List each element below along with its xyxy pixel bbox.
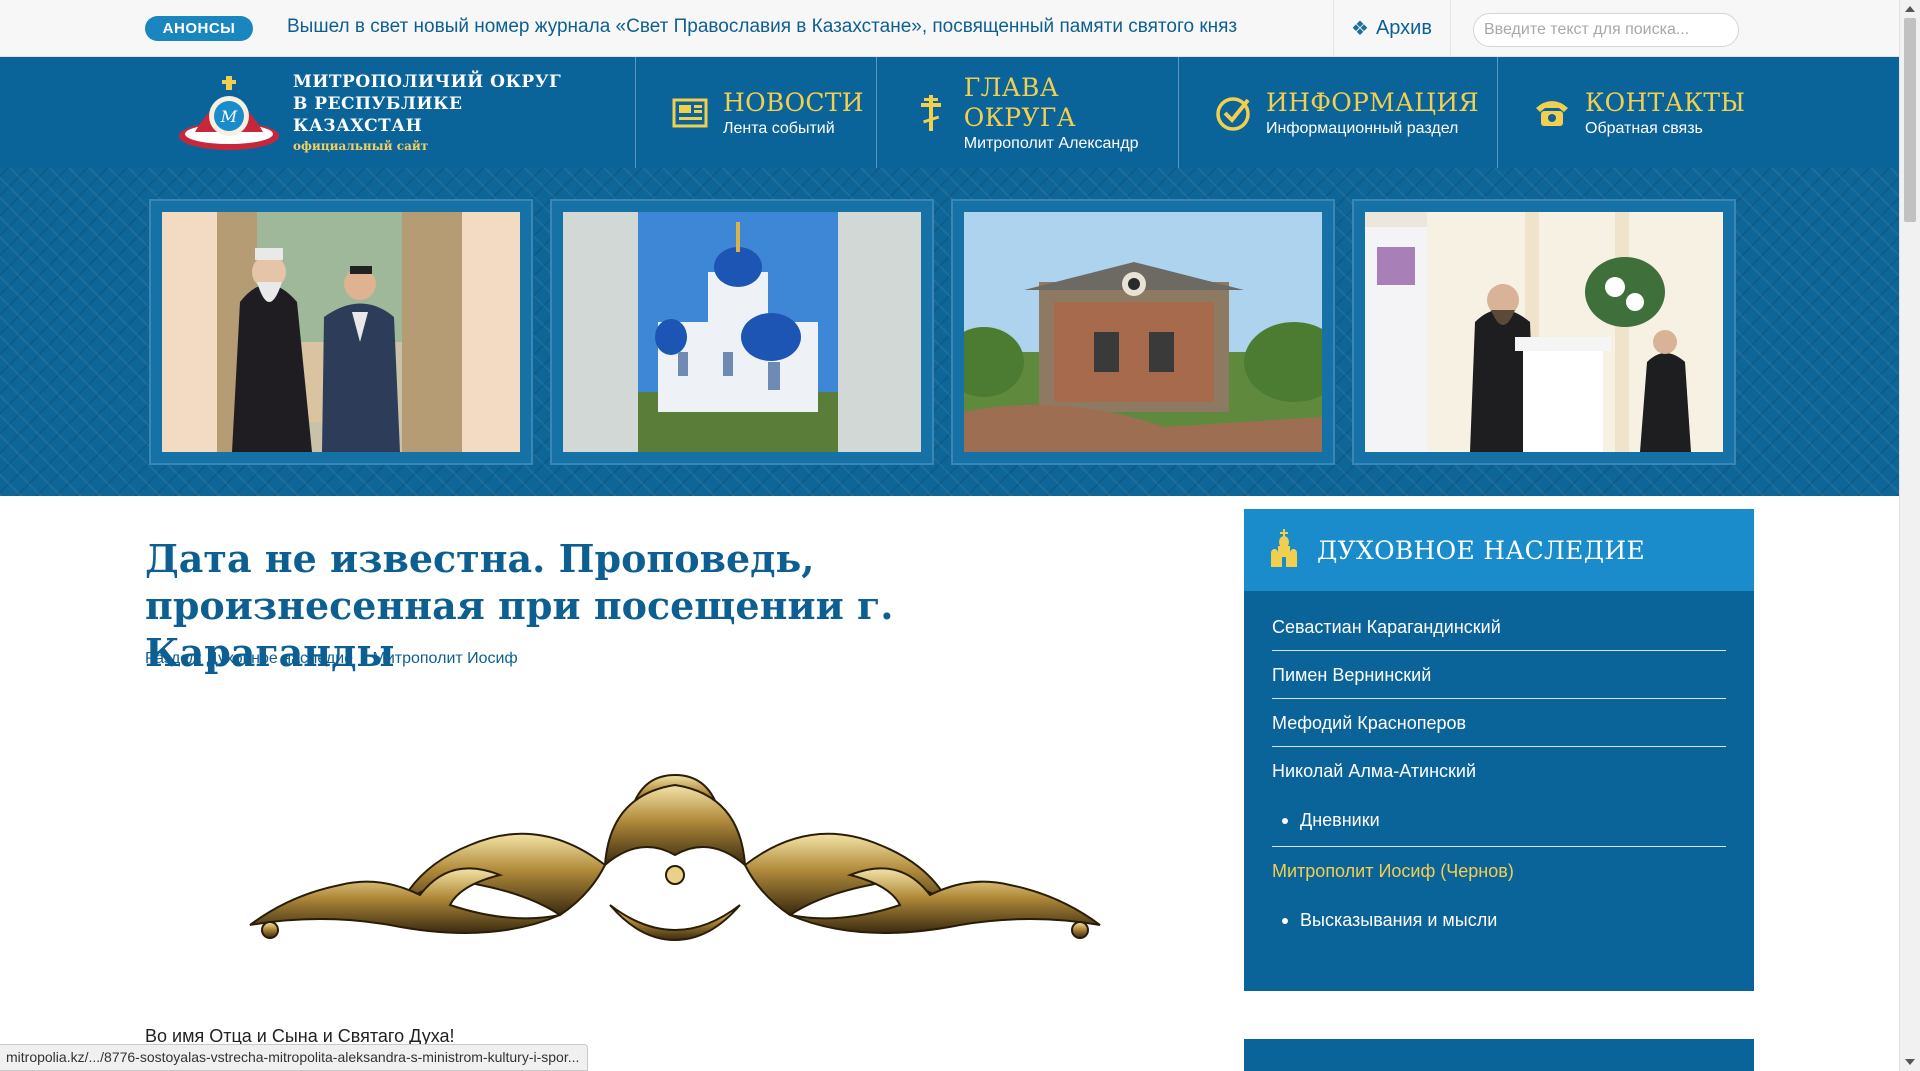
svg-text:М: М xyxy=(220,107,238,126)
sidebar-item-nikolay[interactable]: Николай Алма-Атинский xyxy=(1272,747,1726,795)
announcement-ticker[interactable]: Вышел в свет новый номер журнала «Свет П… xyxy=(287,16,1332,38)
blue-church-photo xyxy=(563,212,921,452)
newspaper-icon xyxy=(670,93,710,133)
nav-news-title: НОВОСТИ xyxy=(723,87,864,117)
nav-head[interactable]: ГЛАВА ОКРУГА Митрополит Александр xyxy=(876,57,1178,168)
site-header: М МИТРОПОЛИЧИЙ ОКРУГ В РЕСПУБЛИКЕ КАЗАХС… xyxy=(0,57,1899,168)
conference-photo xyxy=(1365,212,1723,452)
nav-info-title: ИНФОРМАЦИЯ xyxy=(1266,87,1479,117)
sidebar-subitem-sayings[interactable]: Высказывания и мысли xyxy=(1272,895,1726,945)
nav-head-title: ГЛАВА ОКРУГА xyxy=(963,72,1076,132)
sidebar-item-mefodiy[interactable]: Мефодий Краснoперов xyxy=(1272,699,1726,747)
sidebar-title: ДУХОВНОЕ НАСЛЕДИЕ xyxy=(1317,535,1646,565)
metropolitan-emblem-icon: М xyxy=(175,72,283,154)
article-meta: Раздел: Духовное наследие Митрополит Иос… xyxy=(145,650,533,668)
vertical-scrollbar[interactable] xyxy=(1899,0,1920,1071)
nav-head-subtitle: Митрополит Александр xyxy=(963,134,1139,152)
snowflake-icon: ❖ xyxy=(1351,18,1369,40)
logo-title-line2: В РЕСПУБЛИКЕ КАЗАХСТАН xyxy=(293,94,463,136)
old-church-ruins-photo xyxy=(964,212,1322,452)
featured-banner xyxy=(0,168,1899,496)
tag-link[interactable]: Митрополит Иосиф xyxy=(373,650,518,667)
sidebar-subitem-diaries[interactable]: Дневники xyxy=(1272,795,1726,845)
banner-slide[interactable] xyxy=(951,199,1335,465)
announcements-badge[interactable]: АНОНСЫ xyxy=(145,16,253,41)
banner-slide[interactable] xyxy=(1352,199,1736,465)
nav-info[interactable]: ИНФОРМАЦИЯ Информационный раздел xyxy=(1178,57,1497,168)
scrollbar-thumb[interactable] xyxy=(1904,18,1916,222)
decorative-ornament xyxy=(210,755,1140,970)
sidebar-heritage: ДУХОВНОЕ НАСЛЕДИЕ Севастиан Карагандинск… xyxy=(1244,509,1754,991)
search-input[interactable] xyxy=(1473,13,1739,47)
nav-news[interactable]: НОВОСТИ Лента событий xyxy=(635,57,876,168)
nav-contacts-subtitle: Обратная связь xyxy=(1585,119,1703,137)
section-link[interactable]: Раздел: Духовное наследие xyxy=(145,650,353,667)
meeting-photo xyxy=(162,212,520,452)
nav-info-subtitle: Информационный раздел xyxy=(1266,119,1459,137)
sidebar-item-sevastian[interactable]: Севастиан Карагандинский xyxy=(1272,603,1726,651)
site-logo[interactable]: М МИТРОПОЛИЧИЙ ОКРУГ В РЕСПУБЛИКЕ КАЗАХС… xyxy=(175,69,565,157)
archive-label: Архив xyxy=(1375,17,1432,39)
nav-contacts[interactable]: КОНТАКТЫ Обратная связь xyxy=(1497,57,1773,168)
archive-link[interactable]: ❖ Архив xyxy=(1333,0,1451,57)
link-preview-status: mitropolia.kz/.../8776-sostoyalas-vstrec… xyxy=(0,1044,589,1071)
nav-news-subtitle: Лента событий xyxy=(723,119,835,137)
sidebar-second-block xyxy=(1244,1039,1754,1071)
telephone-icon xyxy=(1532,93,1572,133)
logo-subtitle: официальный сайт xyxy=(293,139,429,153)
church-icon xyxy=(1269,528,1299,572)
scroll-up-arrow-icon[interactable] xyxy=(1905,6,1915,12)
logo-title-line1: МИТРОПОЛИЧИЙ ОКРУГ xyxy=(293,72,562,92)
banner-slide[interactable] xyxy=(550,199,934,465)
announcement-bar: АНОНСЫ Вышел в свет новый номер журнала … xyxy=(0,0,1899,57)
sidebar-header: ДУХОВНОЕ НАСЛЕДИЕ xyxy=(1244,509,1754,591)
sidebar-item-pimen[interactable]: Пимен Вернинский xyxy=(1272,651,1726,699)
check-circle-icon xyxy=(1213,93,1253,133)
scroll-down-arrow-icon[interactable] xyxy=(1905,1059,1915,1065)
banner-slide[interactable] xyxy=(149,199,533,465)
cross-icon xyxy=(911,93,951,133)
nav-contacts-title: КОНТАКТЫ xyxy=(1585,87,1746,117)
sidebar-item-iosif[interactable]: Митрополит Иосиф (Чернов) xyxy=(1272,847,1726,895)
